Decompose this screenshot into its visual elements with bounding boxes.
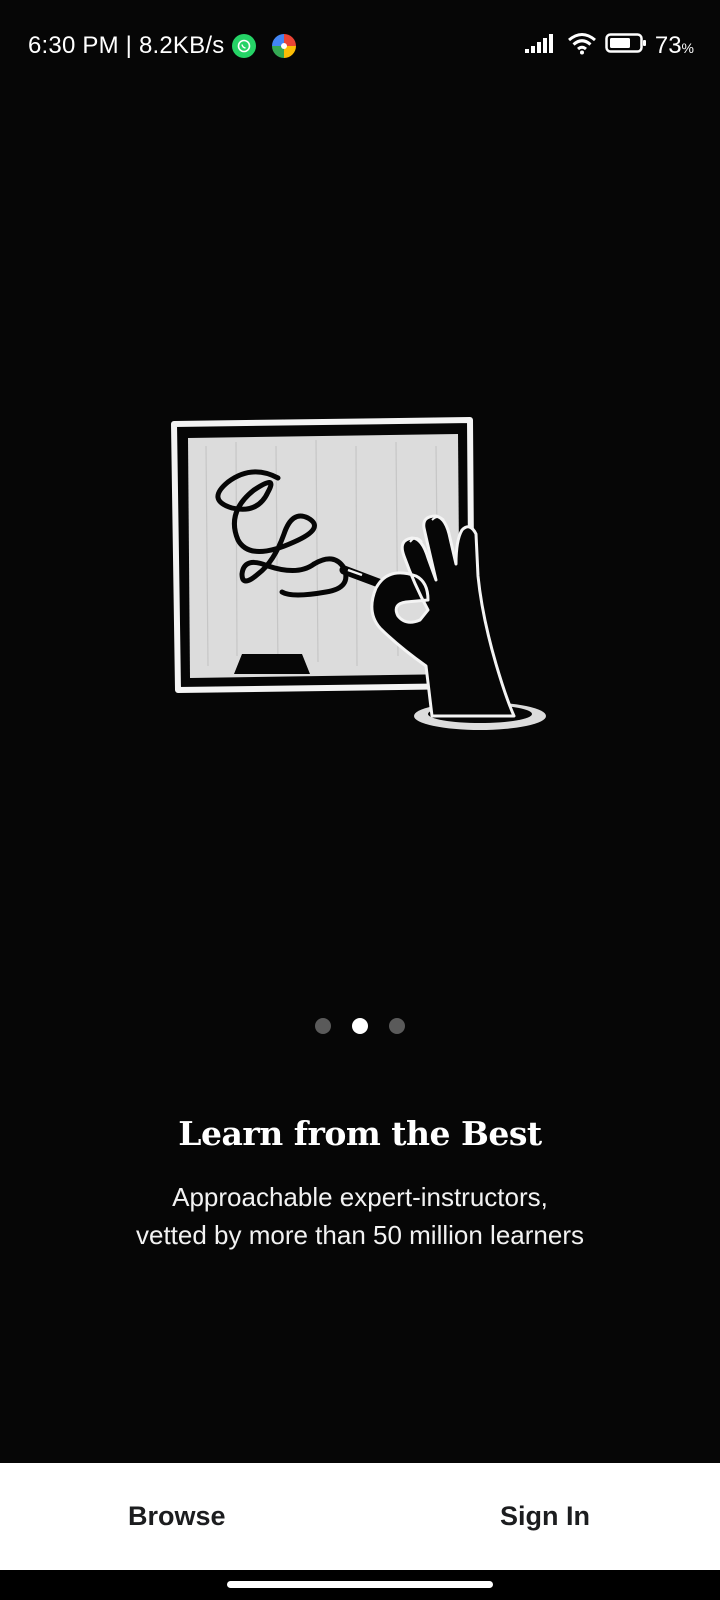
browse-button-label: Browse (128, 1501, 226, 1531)
battery-percent-value: 73 (654, 32, 682, 59)
pager-dot-2-active[interactable] (352, 1018, 368, 1034)
browse-button[interactable]: Browse (0, 1463, 359, 1570)
status-time: 6:30 PM | 8.2KB/s (28, 32, 225, 59)
onboarding-subtext-line1: Approachable expert-instructors, (172, 1182, 548, 1212)
onboarding-headline: Learn from the Best (178, 1114, 542, 1153)
battery-icon (605, 32, 647, 61)
wifi-icon (567, 31, 597, 62)
onboarding-subtext: Approachable expert-instructors, vetted … (0, 1178, 720, 1254)
status-left: 6:30 PM | 8.2KB/s (28, 32, 297, 60)
photos-icon (272, 34, 297, 58)
battery-percent: 73% (655, 32, 694, 60)
sign-in-button[interactable]: Sign In (359, 1463, 720, 1570)
pager-indicator (0, 1018, 720, 1034)
sign-in-button-label: Sign In (500, 1501, 590, 1531)
onboarding-illustration (166, 416, 562, 746)
signal-icon (523, 32, 559, 61)
hand-drawing-on-screen-icon (171, 417, 546, 730)
status-bar: 6:30 PM | 8.2KB/s 73% (0, 0, 720, 92)
battery-percent-unit: % (681, 40, 694, 56)
onboarding-subtext-line2: vetted by more than 50 million learners (135, 1220, 584, 1250)
gesture-nav-area (0, 1570, 720, 1600)
pager-dot-1[interactable] (315, 1018, 331, 1034)
whatsapp-icon (232, 34, 257, 58)
status-right: 73% (523, 31, 694, 62)
home-indicator[interactable] (227, 1581, 493, 1588)
bottom-action-bar: Browse Sign In (0, 1463, 720, 1570)
pager-dot-3[interactable] (389, 1018, 405, 1034)
onboarding-screen: 6:30 PM | 8.2KB/s 73% Learn from the Bes… (0, 0, 720, 1600)
